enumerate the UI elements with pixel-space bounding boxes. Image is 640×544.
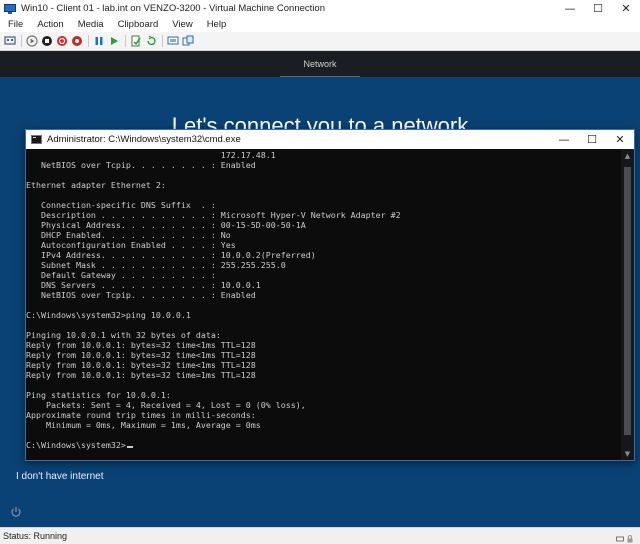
scroll-up-arrow-icon[interactable]: ▲ — [621, 149, 634, 162]
console-line: Packets: Sent = 4, Received = 4, Lost = … — [26, 400, 306, 410]
console-line: Pinging 10.0.0.1 with 32 bytes of data: — [26, 330, 221, 340]
cmd-close-button[interactable]: ✕ — [606, 130, 634, 149]
console-line: NetBIOS over Tcpip. . . . . . . . : Enab… — [26, 160, 256, 170]
vm-menu-bar: File Action Media Clipboard View Help — [0, 17, 640, 32]
cmd-window[interactable]: Administrator: C:\Windows\system32\cmd.e… — [25, 129, 635, 461]
toolbar-separator — [88, 35, 89, 47]
menu-action[interactable]: Action — [29, 19, 69, 30]
console-line: Reply from 10.0.0.1: bytes=32 time<1ms T… — [26, 340, 256, 350]
console-line: IPv4 Address. . . . . . . . . . . : 10.0… — [26, 250, 316, 260]
lock-icon — [626, 532, 634, 543]
enhanced-session-icon[interactable] — [167, 35, 179, 47]
resume-icon[interactable] — [108, 35, 120, 47]
console-line: C:\Windows\system32>ping 10.0.0.1 — [26, 310, 191, 320]
console-scrollbar[interactable]: ▲ ▼ — [621, 149, 634, 460]
vm-connection-icon — [4, 3, 16, 14]
toolbar-separator — [125, 35, 126, 47]
console-line: Reply from 10.0.0.1: bytes=32 time<1ms T… — [26, 360, 256, 370]
vm-toolbar — [0, 32, 640, 51]
no-internet-link[interactable]: I don't have internet — [16, 471, 104, 482]
oobe-step-indicator — [280, 76, 360, 77]
console-line: DNS Servers . . . . . . . . . . . : 10.0… — [26, 280, 261, 290]
checkpoint-icon[interactable] — [130, 35, 142, 47]
console-line: Minimum = 0ms, Maximum = 1ms, Average = … — [26, 420, 261, 430]
pause-icon[interactable] — [93, 35, 105, 47]
ctrl-alt-del-icon[interactable] — [4, 35, 16, 47]
console-line: NetBIOS over Tcpip. . . . . . . . : Enab… — [26, 290, 256, 300]
console-line: Ping statistics for 10.0.0.1: — [26, 390, 171, 400]
console-output[interactable]: 172.17.48.1 NetBIOS over Tcpip. . . . . … — [26, 149, 621, 460]
console-prompt: C:\Windows\system32> — [26, 440, 126, 450]
vm-window-title: Win10 - Client 01 - lab.int on VENZO-320… — [21, 3, 325, 14]
cmd-minimize-button[interactable]: — — [550, 130, 578, 149]
console-line: Default Gateway . . . . . . . . . : — [26, 270, 216, 280]
shut-down-icon[interactable] — [56, 35, 68, 47]
keyboard-icon — [616, 532, 624, 542]
menu-view[interactable]: View — [164, 19, 198, 30]
share-icon[interactable] — [182, 35, 194, 47]
console-line: DHCP Enabled. . . . . . . . . . . : No — [26, 230, 231, 240]
console-line: Description . . . . . . . . . . . : Micr… — [26, 210, 401, 220]
scroll-down-arrow-icon[interactable]: ▼ — [621, 447, 634, 460]
console-line: Ethernet adapter Ethernet 2: — [26, 180, 166, 190]
vm-minimize-button[interactable]: — — [556, 0, 584, 17]
cmd-title-bar[interactable]: Administrator: C:\Windows\system32\cmd.e… — [26, 130, 634, 149]
oobe-progress-bar: Network — [0, 51, 640, 77]
save-icon[interactable] — [71, 35, 83, 47]
console-line: Reply from 10.0.0.1: bytes=32 time=1ms T… — [26, 370, 256, 380]
console-line: Physical Address. . . . . . . . . : 00-1… — [26, 220, 306, 230]
cmd-window-title: Administrator: C:\Windows\system32\cmd.e… — [47, 134, 241, 145]
vm-status-text: Status: Running — [3, 531, 68, 541]
vm-status-bar: Status: Running — [0, 527, 640, 544]
console-line: Reply from 10.0.0.1: bytes=32 time<1ms T… — [26, 350, 256, 360]
console-line: Autoconfiguration Enabled . . . . : Yes — [26, 240, 236, 250]
toolbar-separator — [162, 35, 163, 47]
console-line: Connection-specific DNS Suffix . : — [26, 200, 216, 210]
console-line: Approximate round trip times in milli-se… — [26, 410, 256, 420]
menu-help[interactable]: Help — [199, 19, 233, 30]
accessibility-icon[interactable] — [10, 506, 22, 518]
vm-title-bar: Win10 - Client 01 - lab.int on VENZO-320… — [0, 0, 640, 17]
vm-close-button[interactable]: ✕ — [612, 0, 640, 17]
toolbar-separator — [21, 35, 22, 47]
oobe-step-label: Network — [303, 59, 337, 69]
console-line: Subnet Mask . . . . . . . . . . . : 255.… — [26, 260, 286, 270]
revert-icon[interactable] — [145, 35, 157, 47]
text-cursor — [126, 446, 133, 448]
console-line: 172.17.48.1 — [26, 150, 276, 160]
menu-media[interactable]: Media — [70, 19, 110, 30]
scrollbar-thumb[interactable] — [624, 167, 631, 435]
console-prompt-line[interactable]: C:\Windows\system32> — [26, 440, 621, 450]
cmd-maximize-button[interactable]: ☐ — [578, 130, 606, 149]
console-icon — [31, 135, 42, 144]
menu-clipboard[interactable]: Clipboard — [110, 19, 165, 30]
turn-off-icon[interactable] — [41, 35, 53, 47]
vm-maximize-button[interactable]: ☐ — [584, 0, 612, 17]
start-icon[interactable] — [26, 35, 38, 47]
menu-file[interactable]: File — [0, 19, 29, 30]
